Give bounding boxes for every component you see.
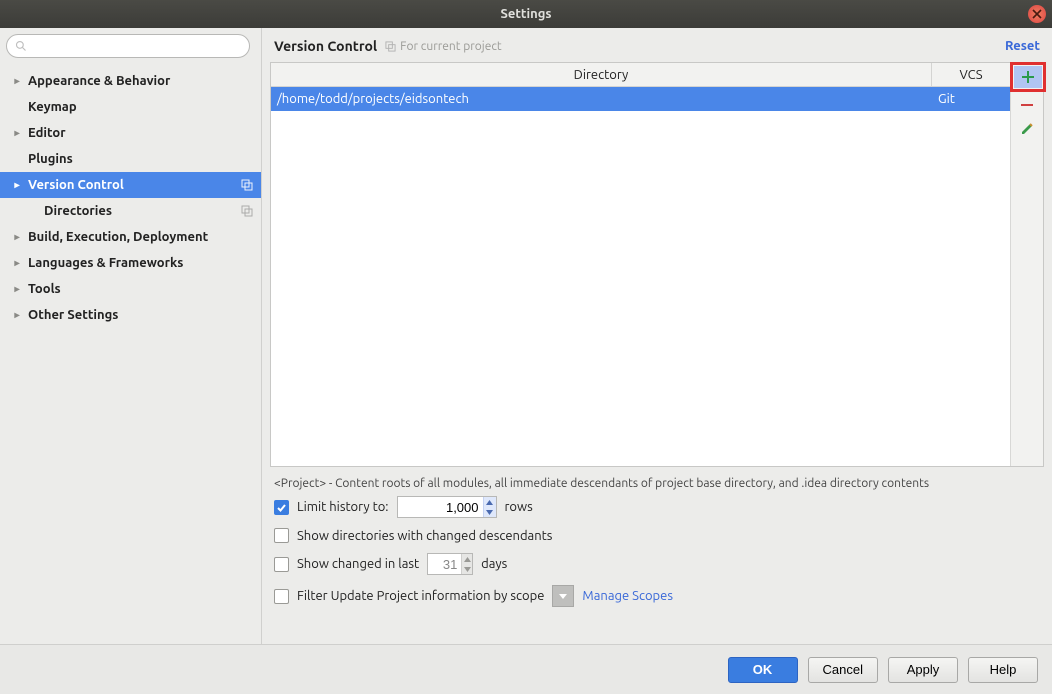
limit-history-unit: rows (505, 500, 533, 514)
cell-vcs: Git (932, 87, 1010, 111)
window-title: Settings (500, 7, 551, 21)
cell-directory: /home/todd/projects/eidsontech (271, 87, 932, 111)
table-body-empty (271, 111, 1010, 466)
tree-keymap[interactable]: ▸Keymap (0, 94, 261, 120)
project-scope-icon (241, 179, 253, 191)
plus-icon (1021, 70, 1035, 84)
add-button[interactable] (1014, 66, 1042, 88)
tree-languages-frameworks[interactable]: ▸Languages & Frameworks (0, 250, 261, 276)
show-changed-desc-label: Show directories with changed descendant… (297, 529, 552, 543)
opt-filter-scope: Filter Update Project information by sco… (274, 585, 1040, 607)
tree-other-settings[interactable]: ▸Other Settings (0, 302, 261, 328)
col-directory[interactable]: Directory (271, 63, 932, 86)
project-scope-icon (385, 41, 396, 52)
limit-history-label: Limit history to: (297, 500, 389, 514)
dialog-footer: OK Cancel Apply Help (0, 644, 1052, 694)
ok-button[interactable]: OK (728, 657, 798, 683)
table-toolbar (1010, 63, 1043, 466)
search-input[interactable] (33, 38, 241, 54)
pencil-icon (1020, 122, 1034, 136)
settings-sidebar: ▸Appearance & Behavior ▸Keymap ▸Editor ▸… (0, 28, 262, 644)
show-changed-last-field[interactable] (427, 553, 473, 575)
spinner-down[interactable] (462, 564, 472, 574)
help-button[interactable]: Help (968, 657, 1038, 683)
spinner-down[interactable] (484, 507, 496, 517)
reset-link[interactable]: Reset (1005, 39, 1040, 53)
search-icon (15, 40, 27, 52)
limit-history-spinner[interactable] (483, 497, 496, 517)
close-icon (1032, 9, 1042, 19)
search-field[interactable] (6, 34, 250, 58)
table-row[interactable]: /home/todd/projects/eidsontech Git (271, 87, 1010, 111)
vcs-table-wrap: Directory VCS /home/todd/projects/eidson… (270, 62, 1044, 467)
edit-button[interactable] (1013, 118, 1041, 140)
main-panel: Version Control For current project Rese… (262, 28, 1052, 644)
show-changed-last-pre: Show changed in last (297, 557, 419, 571)
check-icon (276, 502, 287, 513)
show-changed-last-input[interactable] (428, 554, 461, 574)
chevron-down-icon (559, 594, 567, 599)
window-close-button[interactable] (1028, 5, 1046, 23)
table-header: Directory VCS (271, 63, 1010, 87)
tree-plugins[interactable]: ▸Plugins (0, 146, 261, 172)
tree-build-exec-deploy[interactable]: ▸Build, Execution, Deployment (0, 224, 261, 250)
opt-limit-history: Limit history to: rows (274, 496, 1040, 518)
spinner-up[interactable] (462, 554, 472, 564)
page-title: Version Control (274, 38, 377, 54)
main-header: Version Control For current project Rese… (262, 28, 1052, 62)
limit-history-field[interactable] (397, 496, 497, 518)
project-note: <Project> - Content roots of all modules… (262, 467, 1052, 496)
tree-directories[interactable]: ▸Directories (0, 198, 261, 224)
titlebar: Settings (0, 0, 1052, 28)
limit-history-checkbox[interactable] (274, 500, 289, 515)
tree-version-control[interactable]: ▸Version Control (0, 172, 261, 198)
days-spinner[interactable] (461, 554, 472, 574)
filter-scope-label: Filter Update Project information by sco… (297, 589, 544, 603)
tree-editor[interactable]: ▸Editor (0, 120, 261, 146)
opt-show-changed-last: Show changed in last days (274, 553, 1040, 575)
manage-scopes-link[interactable]: Manage Scopes (582, 589, 673, 603)
settings-tree: ▸Appearance & Behavior ▸Keymap ▸Editor ▸… (0, 62, 261, 328)
apply-button[interactable]: Apply (888, 657, 958, 683)
show-changed-last-checkbox[interactable] (274, 557, 289, 572)
filter-scope-checkbox[interactable] (274, 589, 289, 604)
spinner-up[interactable] (484, 497, 496, 507)
cancel-button[interactable]: Cancel (808, 657, 878, 683)
project-scope-icon (241, 205, 253, 217)
limit-history-input[interactable] (398, 497, 483, 517)
tree-appearance-behavior[interactable]: ▸Appearance & Behavior (0, 68, 261, 94)
col-vcs[interactable]: VCS (932, 63, 1010, 86)
show-changed-desc-checkbox[interactable] (274, 528, 289, 543)
page-scope: For current project (385, 40, 502, 53)
minus-icon (1020, 98, 1034, 112)
tree-tools[interactable]: ▸Tools (0, 276, 261, 302)
show-changed-last-unit: days (481, 557, 507, 571)
remove-button[interactable] (1013, 94, 1041, 116)
opt-show-changed-desc: Show directories with changed descendant… (274, 528, 1040, 543)
scope-dropdown[interactable] (552, 585, 574, 607)
